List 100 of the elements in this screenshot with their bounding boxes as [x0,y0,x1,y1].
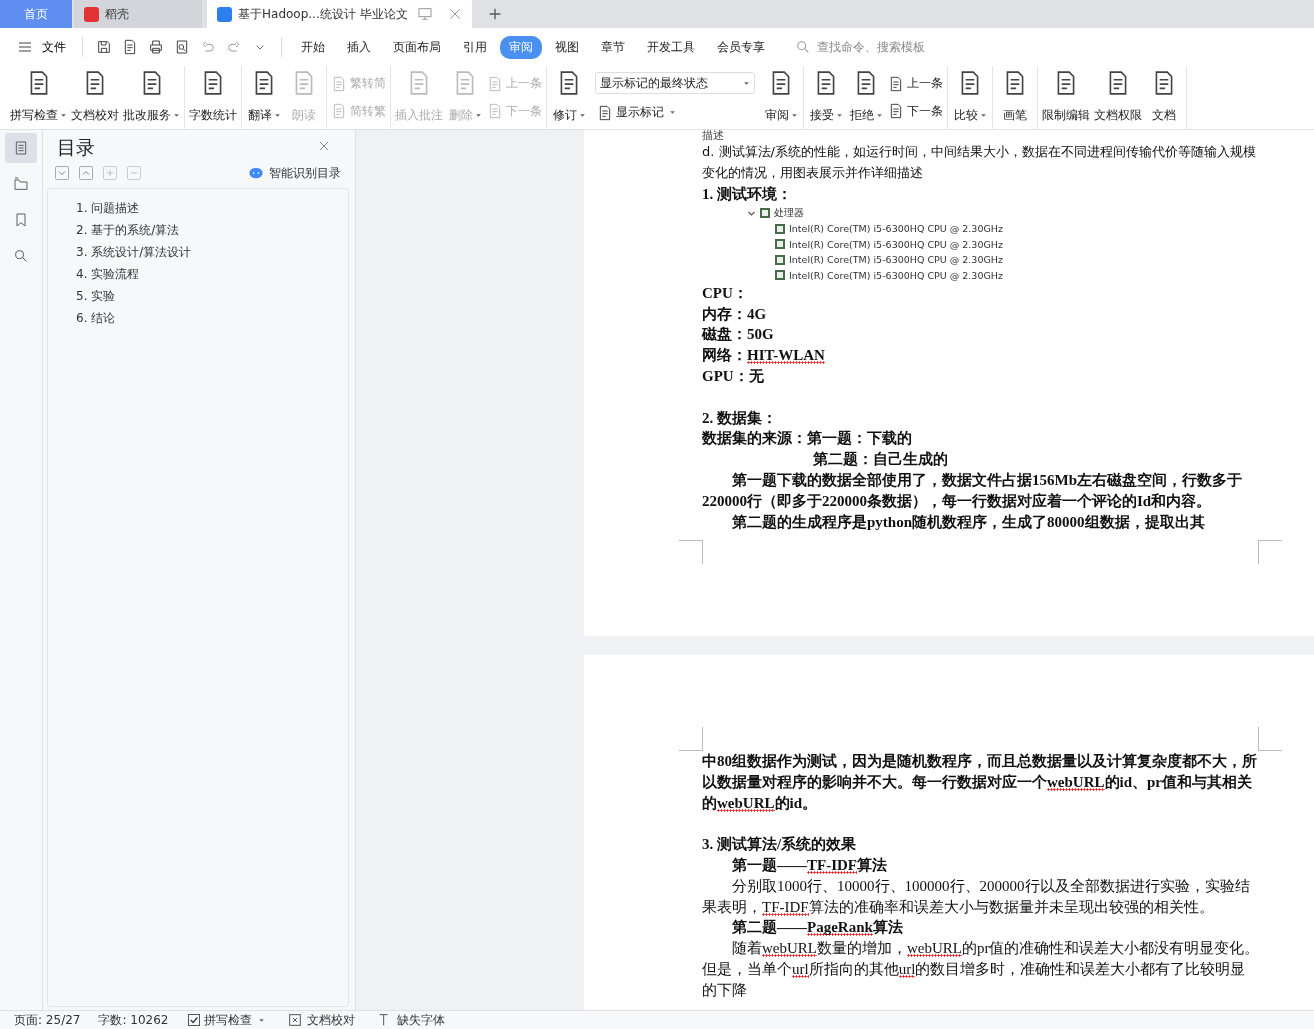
x-box-icon [287,1012,304,1028]
ribbon-button[interactable]: 翻译 [244,66,284,129]
side-panel-button[interactable] [5,133,37,163]
ribbon-button[interactable]: 比较 [950,66,990,129]
margin-corner-mark [1258,540,1282,564]
search-icon[interactable] [795,39,811,55]
paragraph: 第二题——PageRank算法 [731,918,904,939]
ribbon-button[interactable]: 拼写检查 [8,66,69,129]
tree-label: Intel(R) Core(TM) i5-6300HQ CPU @ 2.30GHz [789,269,1003,281]
menu-tab[interactable]: 引用 [454,35,496,59]
check-icon [189,1015,200,1025]
print-icon[interactable] [148,39,164,55]
tree-label: Intel(R) Core(TM) i5-6300HQ CPU @ 2.30GHz [789,223,1003,235]
menu-tab[interactable]: 开始 [292,35,334,59]
caret-icon [474,112,482,119]
section-heading: 2. 数据集： [702,408,778,428]
paragraph: 内存：4G [702,304,768,324]
chip-icon [760,208,770,219]
toc-item[interactable]: 4. 实验流程 [76,263,348,285]
tab[interactable]: 稻壳 [74,0,202,28]
ribbon-button[interactable]: 画笔 [995,66,1035,129]
caret-icon [273,112,281,119]
chip-icon [775,239,785,250]
spell-check-button[interactable]: 拼写检查 [182,1011,272,1029]
checkbox[interactable] [188,1014,201,1026]
caret-icon [875,112,883,119]
cloud-icon [248,165,264,181]
tab[interactable]: 基于Hadoop...统设计 毕业论文 [207,0,472,28]
paragraph: 描述 [702,130,725,142]
chip-icon [775,254,785,265]
caret-icon [669,109,676,117]
add-button[interactable] [103,166,117,180]
ribbon-button[interactable]: 限制编辑 [1040,66,1092,129]
plus-icon [487,6,503,22]
ribbon-button[interactable]: 修订 [549,66,589,129]
menu-icon [17,39,33,55]
ribbon-button[interactable]: 批改服务 [121,66,182,129]
monitor-icon [416,6,433,22]
ribbon-button[interactable]: 上一条 [886,73,945,94]
caret-icon [979,112,987,119]
chip-icon [775,223,785,234]
toc-item[interactable]: 3. 系统设计/算法设计 [76,241,348,263]
ribbon-button[interactable]: 文档 [1144,66,1184,129]
toc-item[interactable]: 2. 基于的系统/算法 [76,219,348,241]
menu-tab[interactable]: 视图 [546,35,588,59]
menu-tab[interactable]: 插入 [338,35,380,59]
expand-button[interactable] [55,166,69,180]
ribbon-button[interactable]: 下一条 [886,101,945,122]
remove-button[interactable] [127,166,141,180]
undo-icon[interactable] [200,39,216,55]
paragraph: d. 测试算法/系统的性能，如运行时间，中间结果大小，数据在不同进程间传输代价等随输入规模变化的情况，用图表展示并作详细描述 [702,143,1257,182]
paragraph: 中80组数据作为测试，因为是随机数程序，而且总数据量以及计算复杂度都不大，所以数据量对程序的影响并不大。每一行数据对应一个webURL的id、pr值和与其相关的webURL的id。 [702,752,1258,814]
paragraph: CPU： [702,283,749,303]
ribbon-button[interactable]: 审阅 [761,66,801,129]
document-icon [597,104,613,121]
menu-tab[interactable]: 章节 [592,35,634,59]
plus-icon [104,167,116,179]
tree-label: 处理器 [774,206,804,220]
file-menu[interactable]: 文件 [14,38,72,56]
ribbon-button[interactable]: 拒绝 [846,66,886,129]
preview-icon[interactable] [174,39,190,55]
margin-corner-mark [679,727,703,751]
paragraph: 第二题：自己生成的 [812,450,949,470]
menu-tab[interactable]: 会员专享 [708,35,774,59]
markup-dropdown[interactable]: 显示标记的最终状态 [595,72,755,95]
paragraph: 分别取1000行、10000行、100000行、200000行以及全部数据进行实验，实验结果表明，TF-IDF算法的准确率和误差大小与数据量并未呈现出较强的相关性。 [702,876,1251,918]
paragraph: 磁盘：50G [702,325,775,345]
section-heading: 1. 测试环境： [702,184,793,204]
ribbon-button[interactable]: 文档校对 [69,66,121,129]
margin-corner-mark [679,540,703,564]
export-icon[interactable] [122,39,138,55]
proofread-button[interactable]: 文档校对 [281,1011,362,1029]
ribbon-button[interactable]: 字数统计 [187,66,239,129]
toc-item[interactable]: 5. 实验 [76,285,348,307]
tree-label: Intel(R) Core(TM) i5-6300HQ CPU @ 2.30GHz [789,238,1003,250]
paragraph: 第二题的生成程序是python随机数程序，生成了80000组数据，提取出其 [731,512,1206,532]
tree-label: Intel(R) Core(TM) i5-6300HQ CPU @ 2.30GHz [789,254,1003,266]
toc-item[interactable]: 1. 问题描述 [76,197,348,219]
menu-tab[interactable]: 页面布局 [384,35,450,59]
ribbon-button[interactable]: 显示标记 [595,102,755,123]
ribbon-button[interactable]: 文档权限 [1092,66,1144,129]
redo-icon[interactable] [226,39,242,55]
caret-icon [173,112,180,119]
collapse-button[interactable] [79,166,93,180]
document-icon [331,75,347,92]
ribbon-button[interactable]: 接受 [806,66,846,129]
app-logo-icon [84,6,99,22]
menu-tab[interactable]: 开发工具 [638,35,704,59]
paragraph: 随着webURL数量的增加，webURL的pr值的准确性和误差大小都没有明显变化。但是，当单个url所指向的其他url的数目增多时，准确性和误差大小都有了比较明显的下降 [702,939,1260,1000]
word-count: 字数: 10262 [97,1011,170,1029]
paragraph: 网络：HIT-WLAN [702,346,826,367]
list-icon [13,140,29,156]
panel-title: 目录 [57,135,95,160]
missing-font-button[interactable]: 缺失字体 [371,1011,452,1029]
search-field[interactable]: 查找命令、搜索模板 [817,38,925,56]
section-heading: 3. 测试算法/系统的效果 [702,835,858,855]
save-icon[interactable] [96,39,112,55]
paragraph: 数据集的来源：第一题：下载的 [702,429,913,449]
smart-toc-button[interactable]: 智能识别目录 [248,164,341,182]
toc-item[interactable]: 6. 结论 [76,307,348,329]
